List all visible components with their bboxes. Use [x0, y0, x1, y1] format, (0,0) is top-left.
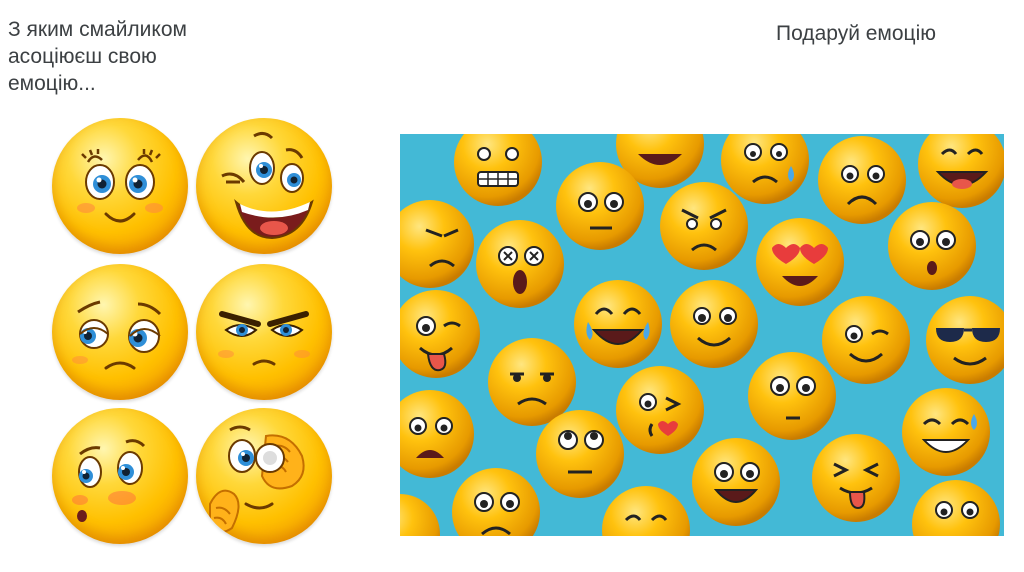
angry-frowning-emoji-icon[interactable] [196, 264, 332, 400]
emoji-grid [52, 118, 334, 548]
gift-emotion-label: Подаруй емоцію [776, 22, 936, 45]
shy-covering-eye-emoji-icon[interactable] [196, 408, 332, 544]
winking-laughing-emoji-icon[interactable] [196, 118, 332, 254]
emoji-collection-photo [400, 134, 1004, 536]
question-text: З яким смайликом асоціюєш свою емоцію... [8, 18, 187, 95]
surprised-blushing-emoji-icon[interactable] [52, 408, 188, 544]
sad-worried-emoji-icon[interactable] [52, 264, 188, 400]
happy-eyelashes-emoji-icon[interactable] [52, 118, 188, 254]
